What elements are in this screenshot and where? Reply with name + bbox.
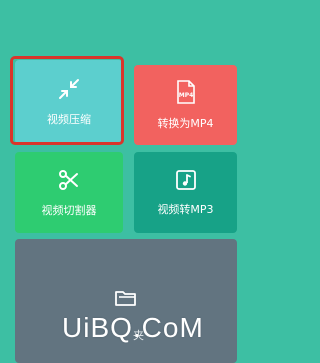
folder-icon bbox=[115, 291, 136, 306]
music-note-icon bbox=[175, 169, 196, 190]
video-cutter-tile[interactable]: 视频切割器 bbox=[15, 152, 123, 233]
video-compress-tile[interactable]: 视频压缩 bbox=[15, 60, 123, 144]
mp4-icon-text: MP4 bbox=[178, 92, 193, 99]
convert-to-mp4-tile[interactable]: MP4 转换为MP4 bbox=[134, 65, 237, 145]
mp4-file-icon: MP4 bbox=[176, 80, 195, 104]
video-to-mp3-tile[interactable]: 视频转MP3 bbox=[134, 152, 237, 233]
video-cutter-label: 视频切割器 bbox=[41, 203, 97, 217]
video-to-mp3-label: 视频转MP3 bbox=[157, 202, 214, 216]
folder-tile[interactable] bbox=[15, 239, 237, 363]
convert-to-mp4-label: 转换为MP4 bbox=[157, 117, 214, 130]
scissors-icon bbox=[59, 169, 78, 190]
video-compress-label: 视频压缩 bbox=[47, 113, 91, 126]
compress-arrows-icon bbox=[59, 79, 79, 99]
